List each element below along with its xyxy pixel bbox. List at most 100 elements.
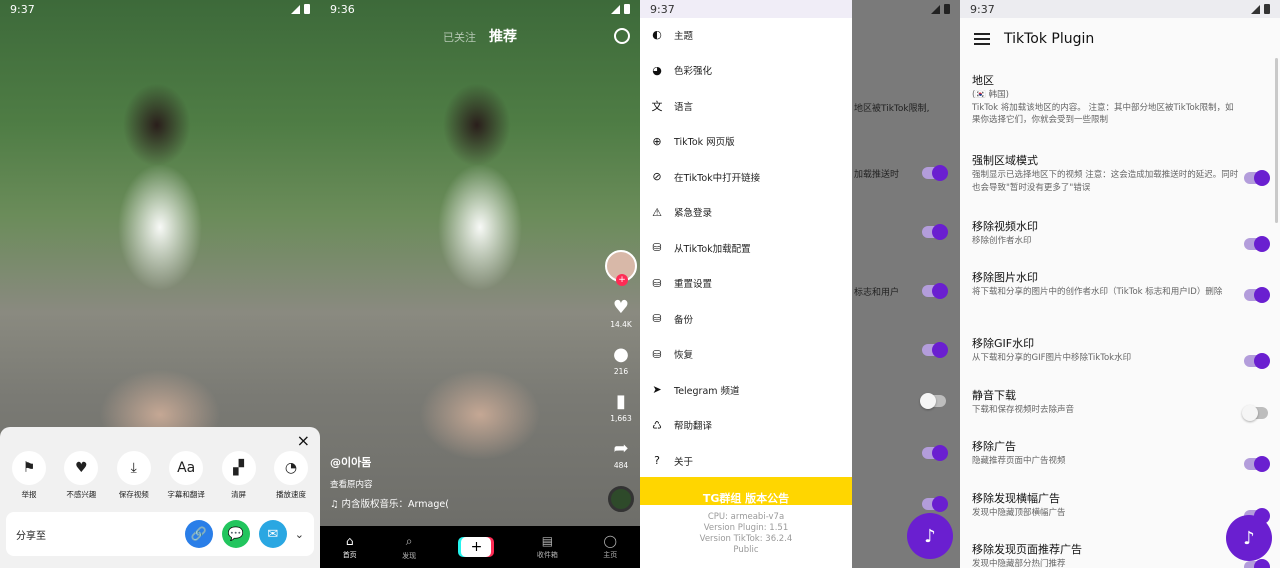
menu-icon[interactable] (974, 33, 990, 45)
preference-summary: 将下载和分享的图片中的创作者水印（TikTok 标志和用户ID）删除 (972, 287, 1223, 297)
share-action-3[interactable]: Aa 字幕和翻译 (163, 451, 209, 500)
preference-item[interactable]: 移除发现页面推荐广告 发现中隐藏部分热门推荐 (972, 541, 1240, 568)
drawer-item-0[interactable]: ◐ 主题 (640, 17, 852, 53)
toggle-switch[interactable] (1244, 456, 1270, 472)
preference-item[interactable]: 移除视频水印 移除创作者水印 (972, 218, 1240, 248)
email-icon[interactable]: ✉ (258, 520, 287, 548)
share-sheet: × ⚑ 举报 ♥ 不感兴趣 ⤓ 保存视频 Aa 字幕和翻译 ▞ 清屏 ◔ 播放速度 分享至 🔗 💬 ✉ ⌄ (0, 427, 320, 568)
view-original-link[interactable]: 查看原内容 (330, 478, 449, 490)
preference-item[interactable]: 地区 (🇰🇷 韩国) TikTok 将加载该地区的内容。 注意：其中部分地区被Ti… (972, 72, 1240, 127)
drawer-item-3[interactable]: ⊕ TikTok 网页版 (640, 124, 852, 160)
video-caption: @이아돔 查看原内容 ♫ 内含版权音乐：Armage( (330, 454, 449, 510)
behind-text: 加载推送时 (854, 170, 900, 180)
comment-button[interactable]: ● 216 (613, 345, 629, 377)
inbox-icon: ▤ (541, 534, 554, 548)
nav-label: 发现 (402, 551, 417, 560)
preference-title: 地区 (972, 74, 994, 87)
nav-discover[interactable]: ⌕ 发现 (402, 534, 416, 561)
drawer-item-10[interactable]: ➤ Telegram 频道 (640, 372, 852, 408)
drawer-item-9[interactable]: ⛁ 恢复 (640, 337, 852, 373)
nav-inbox[interactable]: ▤ 收件箱 (537, 534, 558, 560)
drawer-item-8[interactable]: ⛁ 备份 (640, 301, 852, 337)
create-button[interactable]: + (461, 537, 492, 557)
toggle-switch[interactable] (1244, 236, 1270, 252)
drawer-item-2[interactable]: 文语言 (640, 88, 852, 124)
comment-count: 216 (613, 367, 629, 376)
like-button[interactable]: ♥ 14.4K (610, 298, 632, 330)
feed-tabs: 已关注 推荐 (320, 26, 640, 46)
toggle-knob (1254, 353, 1270, 369)
status-time: 9:37 (640, 0, 852, 18)
preference-item[interactable]: 移除GIF水印 从下载和分享的GIF图片中移除TikTok水印 (972, 335, 1240, 365)
follow-plus-icon[interactable]: + (616, 274, 628, 286)
drawer-item-label: 色彩强化 (674, 66, 713, 78)
link-icon[interactable]: 🔗 (184, 520, 213, 548)
toggle-switch[interactable] (1244, 559, 1270, 568)
drawer-item-11[interactable]: ♺ 帮助翻译 (640, 408, 852, 444)
music-disc-icon[interactable] (608, 486, 634, 512)
drawer-item-12[interactable]: ? 关于 (640, 443, 852, 479)
drawer-item-6[interactable]: ⛁ 从TikTok加载配置 (640, 230, 852, 266)
chevron-down-icon[interactable]: ⌄ (295, 528, 304, 541)
status-bar: 9:37 (960, 0, 1280, 18)
bookmark-button[interactable]: ▮ 1,663 (610, 392, 632, 424)
preference-summary: 发现中隐藏顶部横幅广告 (972, 508, 1066, 518)
preference-title: 静音下载 (972, 389, 1016, 402)
nav-label: 收件箱 (536, 551, 558, 559)
share-action-0[interactable]: ⚑ 举报 (6, 451, 52, 500)
share-action-1[interactable]: ♥ 不感兴趣 (58, 451, 104, 500)
username[interactable]: @이아돔 (330, 454, 449, 470)
share-action-2[interactable]: ⤓ 保存视频 (111, 451, 157, 500)
toggle-switch[interactable] (1244, 170, 1270, 186)
drawer-item-7[interactable]: ⛁ 重置设置 (640, 266, 852, 302)
drawer-item-label: 主题 (674, 30, 694, 42)
battery-icon (624, 4, 630, 14)
share-action-label: 播放速度 (275, 490, 306, 499)
toggle-switch[interactable] (1244, 287, 1270, 303)
database-upload-icon: ⛁ (652, 312, 662, 326)
clear-screen-icon: ▞ (221, 451, 256, 485)
avatar[interactable]: + (605, 250, 637, 286)
toggle-switch[interactable] (1242, 405, 1268, 421)
tab-for-you[interactable]: 推荐 (489, 29, 517, 45)
preference-summary: 隐藏推荐页面中广告视频 (972, 456, 1066, 466)
save-count: 1,663 (610, 414, 632, 423)
tg-group-banner[interactable]: TG群组 版本公告 (640, 477, 852, 505)
tiktok-fab[interactable]: ♪ (907, 513, 953, 559)
music-label[interactable]: ♫ 内含版权音乐：Armage( (330, 496, 449, 510)
battery-icon (944, 4, 950, 14)
drawer-item-label: 重置设置 (674, 279, 713, 291)
share-button[interactable]: ➦ 484 (613, 439, 628, 471)
share-action-label: 保存视频 (118, 490, 149, 499)
tab-following[interactable]: 已关注 (443, 31, 476, 44)
status-time: 9:36 (330, 2, 355, 16)
chat-icon[interactable]: 💬 (221, 520, 250, 548)
toggle-switch[interactable] (1244, 353, 1270, 369)
search-icon[interactable] (614, 28, 630, 44)
share-action-4[interactable]: ▞ 清屏 (216, 451, 262, 500)
drawer-item-4[interactable]: ⊘ 在TikTok中打开链接 (640, 159, 852, 195)
signal-icon (1251, 4, 1260, 14)
preference-title: 移除图片水印 (972, 271, 1038, 284)
preference-item[interactable]: 移除图片水印将下载和分享的图片中的创作者水印（TikTok 标志和用户ID）删除 (972, 269, 1240, 299)
drawer-item-5[interactable]: ⚠ 紧急登录 (640, 195, 852, 231)
nav-profile[interactable]: ◯ 主页 (603, 534, 617, 560)
close-icon[interactable]: × (297, 431, 310, 450)
signal-icon (611, 4, 620, 14)
drawer-item-1[interactable]: ◕ 色彩强化 (640, 53, 852, 89)
preference-item[interactable]: 移除发现横幅广告 发现中隐藏顶部横幅广告 (972, 490, 1240, 520)
panel-plugin-drawer: 地区被TikTok限制, 加载推送时 标志和用户 ♪ 9:37 ◐ 主题 ◕ 色彩强化… (640, 0, 960, 568)
toggle-knob (1254, 559, 1270, 568)
caption-icon: Aa (169, 451, 204, 485)
tiktok-fab[interactable]: ♪ (1226, 515, 1272, 561)
preference-item[interactable]: 静音下载 下载和保存视频时去除声音 (972, 387, 1240, 417)
nav-home[interactable]: ⌂ 首页 (343, 534, 357, 560)
toggle-knob (1254, 170, 1270, 186)
scrollbar[interactable] (1275, 58, 1278, 223)
preference-item[interactable]: 强制区域模式 强制显示已选择地区下的视频 注意：这会造成加载推送时的延迟。同时也会… (972, 152, 1240, 194)
preference-item[interactable]: 移除广告 隐藏推荐页面中广告视频 (972, 438, 1240, 468)
share-action-5[interactable]: ◔ 播放速度 (268, 451, 314, 500)
profile-icon: ◯ (603, 534, 617, 548)
preference-title: 移除发现横幅广告 (972, 492, 1060, 505)
translate-icon: 文 (651, 99, 663, 113)
